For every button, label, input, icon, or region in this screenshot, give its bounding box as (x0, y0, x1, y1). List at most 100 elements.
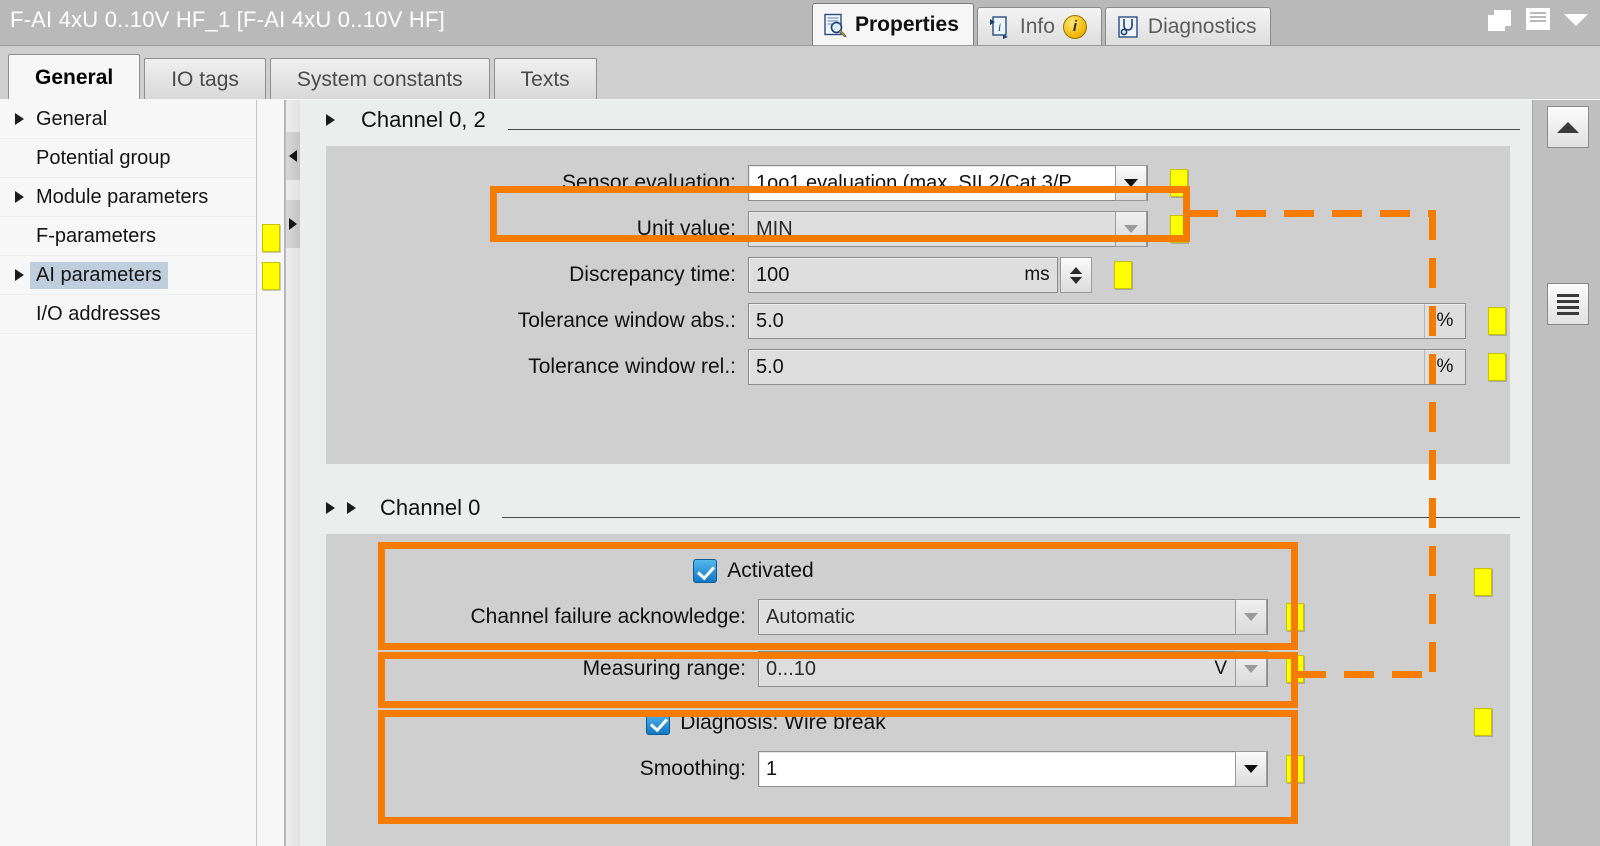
sidebar-item-potential-group[interactable]: Potential group (0, 139, 256, 178)
smoothing-value: 1 (766, 757, 778, 780)
subtab-io-tags[interactable]: IO tags (144, 58, 266, 101)
activated-label: Activated (727, 559, 814, 582)
collapse-left-button[interactable] (286, 132, 300, 180)
chevron-right-icon (326, 114, 335, 126)
subtab-general-label: General (35, 66, 114, 89)
window-title: F-AI 4xU 0..10V HF_1 [F-AI 4xU 0..10V HF… (10, 7, 445, 32)
sidebar-item-f-parameters[interactable]: F-parameters (0, 217, 256, 256)
content-area: General Potential group Module parameter… (0, 100, 1600, 846)
sidebar-item-module-parameters[interactable]: Module parameters (0, 178, 256, 217)
section-header-channel-0-2[interactable]: Channel 0, 2 (300, 100, 1532, 140)
status-badge-unit-value (1170, 215, 1188, 243)
diagnostics-icon (1118, 15, 1138, 38)
expand-arrow-icon[interactable] (8, 191, 30, 203)
diagnosis-wire-break-row[interactable]: Diagnosis: Wire break (326, 700, 1206, 746)
panel-splitter[interactable] (285, 100, 301, 846)
tab-properties-label: Properties (855, 12, 959, 36)
navigation-status-column (258, 100, 285, 846)
section-rule (502, 516, 1520, 518)
label-tolerance-window-rel: Tolerance window rel.: (528, 355, 736, 378)
sensor-evaluation-value: 1oo1 evaluation (max. SIL2/Cat.3/P (756, 171, 1072, 194)
diagnosis-wire-break-checkbox[interactable] (646, 711, 671, 735)
expand-arrow-icon[interactable] (8, 113, 30, 125)
tia-portal-properties-window: F-AI 4xU 0..10V HF_1 [F-AI 4xU 0..10V HF… (0, 0, 1600, 846)
chevron-right-icon (326, 502, 335, 514)
status-badge-channel-failure-acknowledge (1286, 603, 1304, 631)
chevron-down-icon[interactable] (1235, 651, 1267, 687)
field-smoothing: Smoothing: 1 (326, 746, 1510, 792)
sidebar-item-io-addresses[interactable]: I/O addresses (0, 295, 256, 334)
annotation-dashed-vertical (1429, 210, 1436, 678)
card-channel-0: Activated Channel failure acknowledge: A… (326, 534, 1510, 846)
subtab-system-constants-label: System constants (296, 68, 463, 91)
measuring-range-value: 0...10 (766, 657, 817, 680)
channel-failure-acknowledge-select[interactable]: Automatic (758, 599, 1268, 635)
subtab-io-tags-label: IO tags (171, 68, 239, 91)
unit-value-value: MIN (756, 217, 793, 240)
label-smoothing: Smoothing: (639, 757, 746, 780)
label-tolerance-window-abs: Tolerance window abs.: (517, 309, 736, 332)
field-channel-failure-acknowledge: Channel failure acknowledge: Automatic (326, 594, 1510, 640)
more-options-chevron-down-icon[interactable] (1564, 8, 1590, 32)
unit-value-select[interactable]: MIN (748, 211, 1148, 247)
parameter-pane: Channel 0, 2 Sensor evaluation: 1oo1 eva… (300, 100, 1532, 846)
field-discrepancy-time: Discrepancy time: 100 ms (326, 252, 1510, 298)
restore-window-icon[interactable] (1488, 8, 1514, 32)
tolerance-window-abs-input[interactable]: 5.0 % (748, 303, 1466, 339)
navigation-tree: General Potential group Module parameter… (0, 100, 257, 846)
label-channel-failure-acknowledge: Channel failure acknowledge: (470, 605, 746, 628)
discrepancy-time-stepper[interactable] (1060, 257, 1092, 293)
sidebar-item-general[interactable]: General (0, 100, 256, 139)
chevron-down-icon[interactable] (1115, 211, 1147, 247)
tab-properties[interactable]: Properties (812, 3, 974, 45)
sidebar-item-ai-parameters-label: AI parameters (30, 261, 168, 289)
label-measuring-range: Measuring range: (582, 657, 746, 680)
field-diagnosis-wire-break: Diagnosis: Wire break (326, 700, 1510, 746)
chevron-right-icon-nested (347, 502, 356, 514)
section-header-channel-0[interactable]: Channel 0 (300, 488, 1532, 528)
sidebar-item-f-parameters-label: F-parameters (36, 224, 157, 247)
tab-info[interactable]: i Info i (976, 7, 1102, 45)
scroll-up-icon[interactable] (1547, 106, 1589, 148)
field-sensor-evaluation: Sensor evaluation: 1oo1 evaluation (max.… (326, 160, 1510, 206)
section-rule (507, 128, 1520, 130)
diagnosis-wire-break-label: Diagnosis: Wire break (680, 711, 886, 734)
activated-checkbox-row[interactable]: Activated (326, 548, 1181, 594)
subtab-system-constants[interactable]: System constants (269, 58, 490, 101)
status-badge-smoothing (1286, 755, 1304, 783)
sidebar-item-io-addresses-label: I/O addresses (36, 302, 161, 325)
subtab-texts-label: Texts (520, 68, 570, 91)
smoothing-select[interactable]: 1 (758, 751, 1268, 787)
subtab-texts[interactable]: Texts (493, 58, 597, 101)
annotation-dashed-horizontal (1188, 210, 1436, 217)
main-tab-bar: Properties i Info i Diagnostics (812, 3, 1274, 45)
expand-right-button[interactable] (286, 200, 300, 248)
tab-diagnostics[interactable]: Diagnostics (1104, 7, 1272, 45)
status-badge-sensor-evaluation (1170, 169, 1188, 197)
label-sensor-evaluation: Sensor evaluation: (562, 171, 736, 194)
sidebar-item-module-parameters-label: Module parameters (36, 185, 209, 208)
sidebar-item-general-label: General (36, 107, 108, 130)
vertical-scrollbar[interactable] (1532, 100, 1600, 846)
field-activated: Activated (326, 548, 1510, 594)
expand-arrow-icon[interactable] (8, 269, 30, 281)
field-tolerance-window-rel: Tolerance window rel.: 5.0 % (326, 344, 1510, 390)
layout-list-icon[interactable] (1526, 8, 1552, 32)
activated-checkbox[interactable] (693, 559, 718, 583)
label-discrepancy-time: Discrepancy time: (569, 263, 736, 286)
sidebar-item-ai-parameters[interactable]: AI parameters (0, 256, 256, 295)
section-title-channel-0: Channel 0 (380, 495, 481, 520)
properties-magnifier-icon (824, 13, 847, 37)
scroll-grip-icon[interactable] (1547, 283, 1589, 325)
section-title-channel-0-2: Channel 0, 2 (361, 107, 486, 132)
status-badge-f-parameters (262, 224, 280, 252)
chevron-down-icon[interactable] (1235, 599, 1267, 635)
chevron-down-icon[interactable] (1235, 751, 1267, 787)
discrepancy-time-input[interactable]: 100 ms (748, 257, 1058, 293)
sensor-evaluation-select[interactable]: 1oo1 evaluation (max. SIL2/Cat.3/P (748, 165, 1148, 201)
chevron-down-icon[interactable] (1115, 165, 1147, 201)
channel-failure-acknowledge-value: Automatic (766, 605, 855, 628)
tolerance-window-rel-input[interactable]: 5.0 % (748, 349, 1466, 385)
measuring-range-select[interactable]: 0...10 V (758, 651, 1268, 687)
subtab-general[interactable]: General (8, 54, 141, 101)
